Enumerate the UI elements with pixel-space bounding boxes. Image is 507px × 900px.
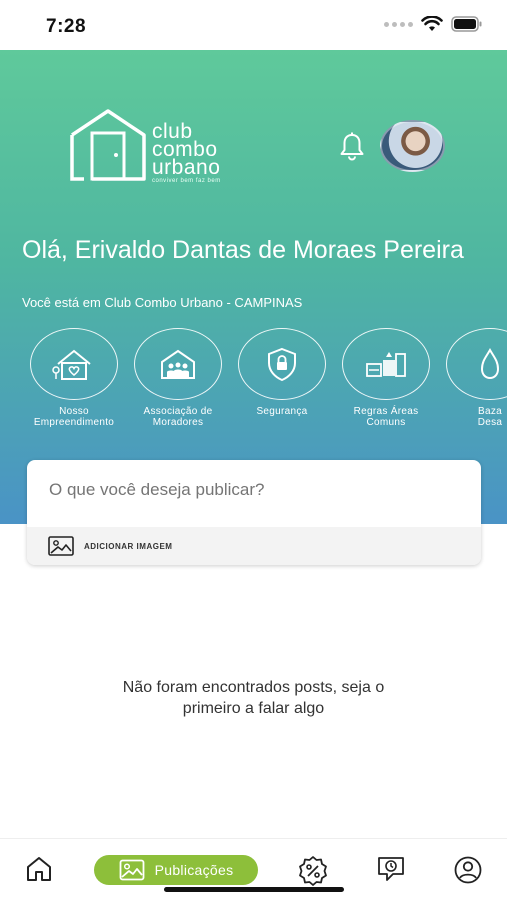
club-combo-urbano-logo: club combo urbano conviver bem faz bem xyxy=(68,105,248,185)
shortcut-label-2: Empreendimento xyxy=(33,417,115,428)
empty-line-1: Não foram encontrados posts, seja o xyxy=(122,679,385,696)
shortcut-label-1: Associação de xyxy=(143,406,213,417)
discount-badge-icon xyxy=(299,856,327,886)
tab-chat[interactable] xyxy=(376,855,406,883)
home-indicator xyxy=(164,887,344,892)
cellular-signal-icon xyxy=(384,21,413,27)
gallery-icon xyxy=(119,859,144,881)
rules-icon xyxy=(366,352,406,377)
tab-offers[interactable] xyxy=(297,855,329,887)
header-banner: club combo urbano conviver bem faz bem O… xyxy=(0,50,507,524)
residents-icon xyxy=(161,349,195,379)
add-image-label: ADICIONAR IMAGEM xyxy=(84,541,173,551)
house-icon xyxy=(52,349,91,380)
home-icon xyxy=(27,857,51,881)
empty-line-2: primeiro a falar algo xyxy=(182,700,325,717)
shortcut-label-1: Nosso xyxy=(59,406,89,417)
shortcut-nosso-empreendimento[interactable]: Nosso Empreendimento xyxy=(22,328,126,428)
shortcut-seguranca[interactable]: Segurança xyxy=(230,328,334,417)
post-composer-card: ADICIONAR IMAGEM xyxy=(27,460,481,565)
shortcut-label-2: Comuns xyxy=(366,417,406,428)
shortcut-label-2: Desa xyxy=(477,417,503,428)
battery-icon xyxy=(451,16,482,32)
shortcut-label-2: Moradores xyxy=(152,417,204,428)
shortcut-regras-areas-comuns[interactable]: Regras Áreas Comuns xyxy=(334,328,438,428)
shortcut-label-1: Regras Áreas xyxy=(353,406,419,417)
wifi-icon xyxy=(421,16,443,31)
status-icons xyxy=(384,16,483,32)
shortcut-label-1: Baza xyxy=(478,406,502,417)
greeting-title: Olá, Erivaldo Dantas de Moraes Pereira xyxy=(22,236,464,264)
shortcut-associacao-moradores[interactable]: Associação de Moradores xyxy=(126,328,230,428)
profile-icon xyxy=(454,856,482,884)
user-avatar[interactable] xyxy=(380,120,445,172)
tab-profile[interactable] xyxy=(453,855,483,885)
tab-publicacoes[interactable]: Publicações xyxy=(94,855,258,885)
current-location: Você está em Club Combo Urbano - CAMPINA… xyxy=(22,295,303,310)
chat-clock-icon xyxy=(378,857,404,881)
status-time: 7:28 xyxy=(46,16,87,37)
add-image-button[interactable]: ADICIONAR IMAGEM xyxy=(48,536,172,556)
logo-line-3: urbano xyxy=(152,156,221,179)
logo-tagline: conviver bem faz bem xyxy=(152,178,221,184)
shortcuts-carousel[interactable]: Nosso Empreendimento Associação de Morad… xyxy=(22,328,507,438)
logo-wordmark: club combo urbano xyxy=(152,121,221,179)
shortcut-bazar[interactable]: Baza Desa xyxy=(438,328,507,428)
empty-posts-message: Não foram encontrados posts, seja o prim… xyxy=(50,677,457,719)
status-bar: 7:28 xyxy=(0,0,507,50)
shield-icon xyxy=(268,347,296,382)
image-icon xyxy=(48,536,74,556)
bazaar-icon xyxy=(480,347,500,380)
logo-house-icon xyxy=(70,109,146,181)
composer-footer: ADICIONAR IMAGEM xyxy=(27,527,481,565)
post-input[interactable] xyxy=(49,480,449,500)
tab-publicacoes-label: Publicações xyxy=(154,862,234,878)
tab-home[interactable] xyxy=(24,855,54,883)
shortcut-label-1: Segurança xyxy=(256,406,308,417)
notifications-bell-icon[interactable] xyxy=(336,130,368,162)
